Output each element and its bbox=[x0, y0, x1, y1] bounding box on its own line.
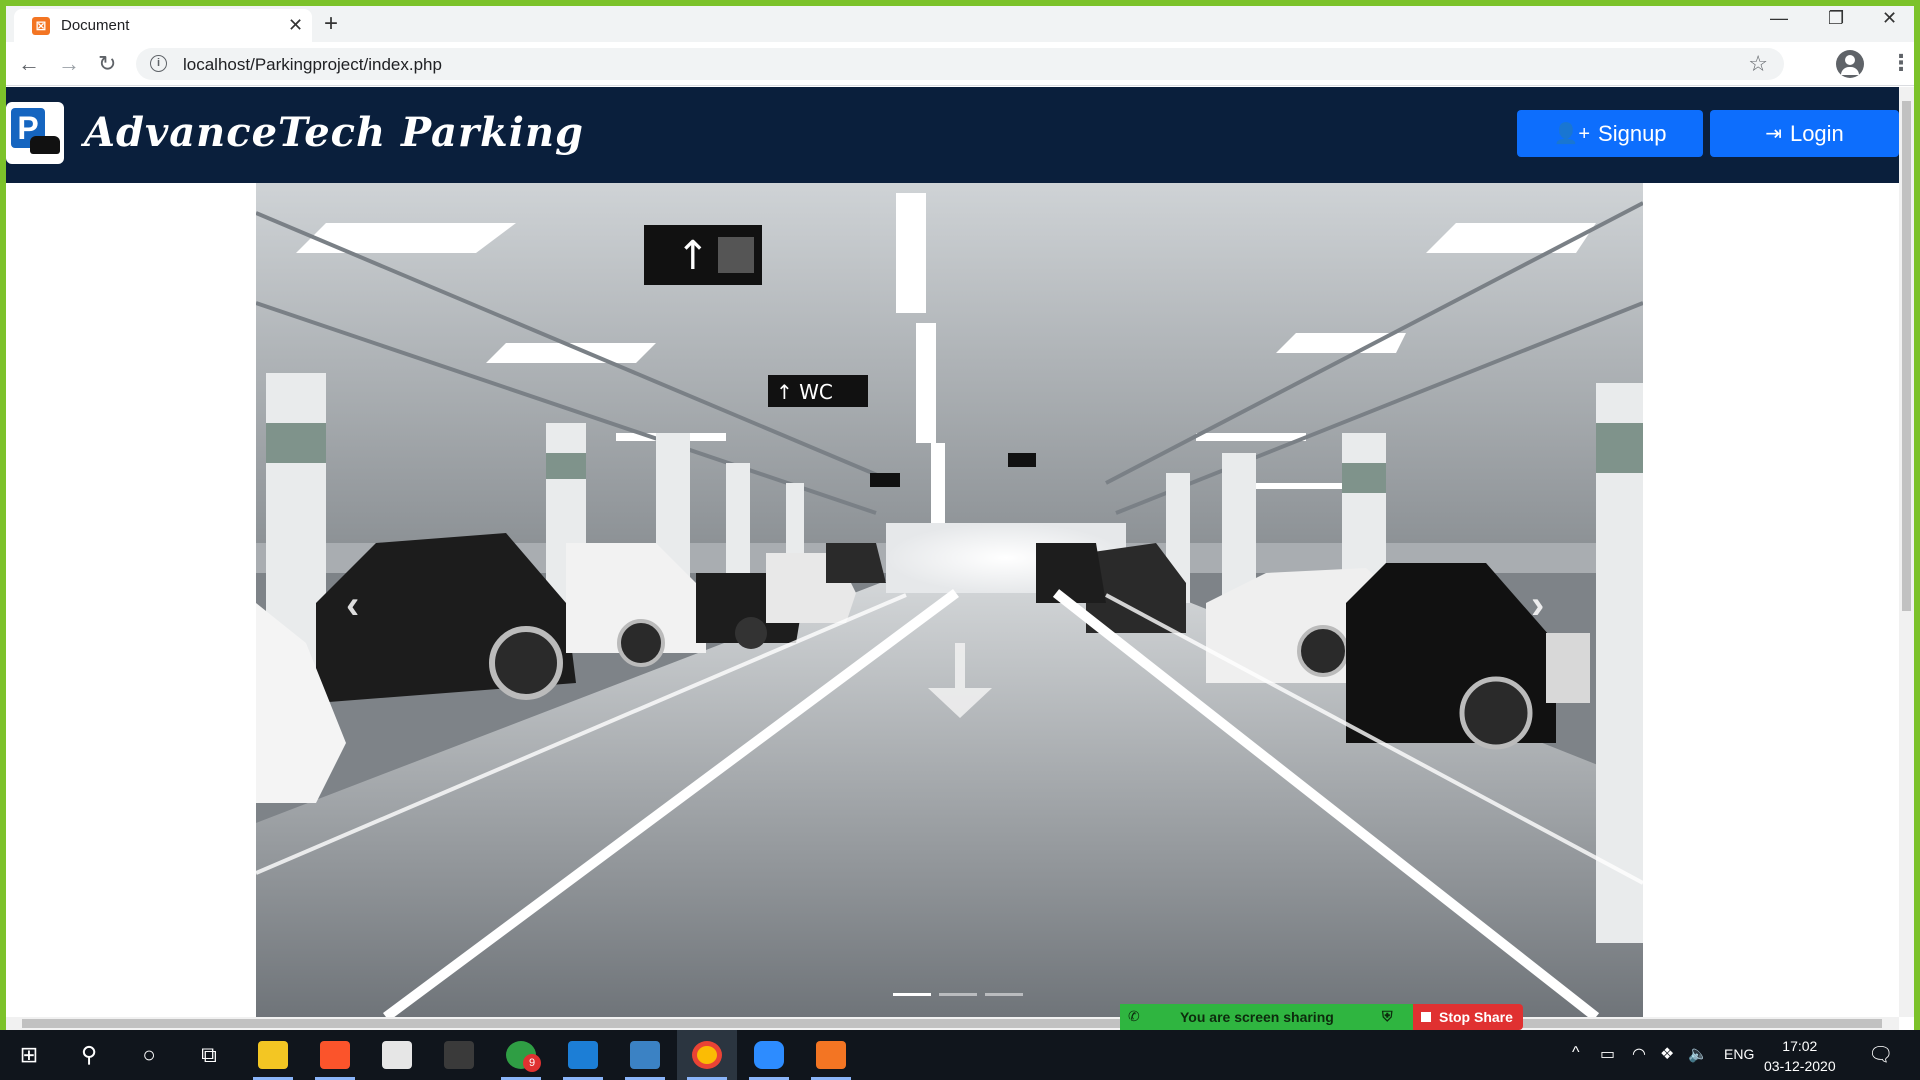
forward-icon[interactable]: → bbox=[58, 51, 80, 77]
signup-button[interactable]: 👤+ Signup bbox=[1517, 110, 1703, 157]
screen-share-status: You are screen sharing bbox=[1180, 1009, 1334, 1025]
stop-share-button[interactable]: Stop Share bbox=[1413, 1004, 1523, 1030]
sign-in-icon: ⇥ bbox=[1765, 123, 1782, 145]
chrome-icon[interactable] bbox=[677, 1030, 737, 1080]
close-window-icon[interactable]: ✕ bbox=[1882, 8, 1897, 29]
phone-icon: ✆ bbox=[1128, 1008, 1140, 1024]
info-icon[interactable]: i bbox=[150, 55, 167, 72]
browser-window: ⊠ Document ✕ + — ❐ ✕ ← → ↻ i localhost/P… bbox=[6, 6, 1914, 1030]
zoom-icon[interactable] bbox=[739, 1030, 799, 1080]
screen-share-bar: ✆ You are screen sharing ⛨ bbox=[1120, 1004, 1420, 1030]
url-text[interactable]: localhost/Parkingproject/index.php bbox=[183, 55, 442, 75]
clock-time: 17:02 bbox=[1782, 1038, 1818, 1054]
site-navbar: P AdvanceTech Parking 👤+ Signup ⇥ Login bbox=[6, 87, 1899, 183]
visual-studio-icon[interactable] bbox=[553, 1030, 613, 1080]
clock[interactable]: 17:02 03-12-2020 bbox=[1764, 1036, 1836, 1076]
restore-icon[interactable]: ❐ bbox=[1828, 8, 1844, 29]
clock-date: 03-12-2020 bbox=[1764, 1058, 1836, 1074]
xampp-icon: ⊠ bbox=[32, 17, 50, 35]
windows-taskbar: ⊞ ⚲ ○ ⧉ 9 ^ ▭ ◠ ❖ 🔈 ENG 17:02 03-12-2020… bbox=[0, 1030, 1920, 1080]
carousel-next-icon[interactable]: › bbox=[1531, 583, 1544, 628]
task-view-icon[interactable]: ⧉ bbox=[194, 1040, 224, 1070]
carousel-indicator-1[interactable] bbox=[893, 993, 931, 996]
windows-start-icon[interactable]: ⊞ bbox=[14, 1040, 44, 1070]
login-button[interactable]: ⇥ Login bbox=[1710, 110, 1899, 157]
file-explorer-icon[interactable] bbox=[243, 1030, 303, 1080]
back-icon[interactable]: ← bbox=[18, 51, 40, 77]
brave-browser-icon[interactable] bbox=[305, 1030, 365, 1080]
show-hidden-icons-icon[interactable]: ^ bbox=[1572, 1044, 1580, 1062]
horizontal-scrollbar[interactable] bbox=[6, 1017, 1899, 1030]
tab-title: Document bbox=[61, 17, 130, 34]
tab-strip: ⊠ Document ✕ + — ❐ ✕ bbox=[6, 6, 1914, 42]
login-label: Login bbox=[1789, 120, 1844, 146]
shield-icon: ⛨ bbox=[1382, 1008, 1393, 1024]
address-bar[interactable]: i localhost/Parkingproject/index.php ☆ bbox=[136, 48, 1784, 80]
profile-icon[interactable] bbox=[1836, 50, 1864, 78]
browser-tab[interactable]: ⊠ Document ✕ bbox=[14, 9, 312, 42]
reload-icon[interactable]: ↻ bbox=[98, 51, 116, 77]
image-carousel[interactable]: ↑ ↑ WC ‹ › bbox=[256, 183, 1643, 1017]
svg-text:↑ WC: ↑ WC bbox=[776, 380, 833, 404]
notification-center-icon[interactable]: 🗨 bbox=[1868, 1042, 1893, 1067]
minimize-icon[interactable]: — bbox=[1770, 8, 1788, 29]
search-icon[interactable]: ⚲ bbox=[74, 1040, 104, 1070]
user-plus-icon: 👤+ bbox=[1553, 123, 1591, 145]
notification-badge: 9 bbox=[523, 1054, 541, 1072]
dropbox-icon[interactable]: ❖ bbox=[1660, 1044, 1674, 1064]
signup-label: Signup bbox=[1598, 120, 1667, 146]
menu-icon[interactable]: ⋮ bbox=[1890, 50, 1912, 76]
volume-icon[interactable]: 🔈 bbox=[1688, 1044, 1708, 1064]
cortana-icon[interactable]: ○ bbox=[134, 1040, 164, 1070]
bookmark-star-icon[interactable]: ☆ bbox=[1748, 51, 1768, 77]
page-content: P AdvanceTech Parking 👤+ Signup ⇥ Login bbox=[6, 87, 1899, 1017]
store-icon[interactable] bbox=[367, 1030, 427, 1080]
parking-garage-photo: ↑ ↑ WC bbox=[256, 183, 1643, 1017]
parking-logo-icon[interactable]: P bbox=[6, 102, 64, 164]
carousel-indicators bbox=[893, 993, 1023, 996]
close-tab-icon[interactable]: ✕ bbox=[288, 15, 303, 36]
carousel-indicator-2[interactable] bbox=[939, 993, 977, 996]
chrome-badge-icon[interactable]: 9 bbox=[491, 1030, 551, 1080]
photos-icon[interactable] bbox=[615, 1030, 675, 1080]
xampp-taskbar-icon[interactable] bbox=[801, 1030, 861, 1080]
wifi-icon[interactable]: ◠ bbox=[1632, 1044, 1646, 1064]
carousel-prev-icon[interactable]: ‹ bbox=[346, 583, 359, 628]
vertical-scrollbar[interactable] bbox=[1899, 87, 1914, 1017]
language-indicator[interactable]: ENG bbox=[1724, 1046, 1754, 1062]
carousel-indicator-3[interactable] bbox=[985, 993, 1023, 996]
browser-toolbar: ← → ↻ i localhost/Parkingproject/index.p… bbox=[6, 42, 1914, 86]
new-tab-icon[interactable]: + bbox=[324, 10, 338, 38]
battery-icon[interactable]: ▭ bbox=[1600, 1044, 1615, 1064]
predator-icon[interactable] bbox=[429, 1030, 489, 1080]
brand-name[interactable]: AdvanceTech Parking bbox=[84, 109, 584, 156]
svg-text:↑: ↑ bbox=[676, 233, 710, 279]
